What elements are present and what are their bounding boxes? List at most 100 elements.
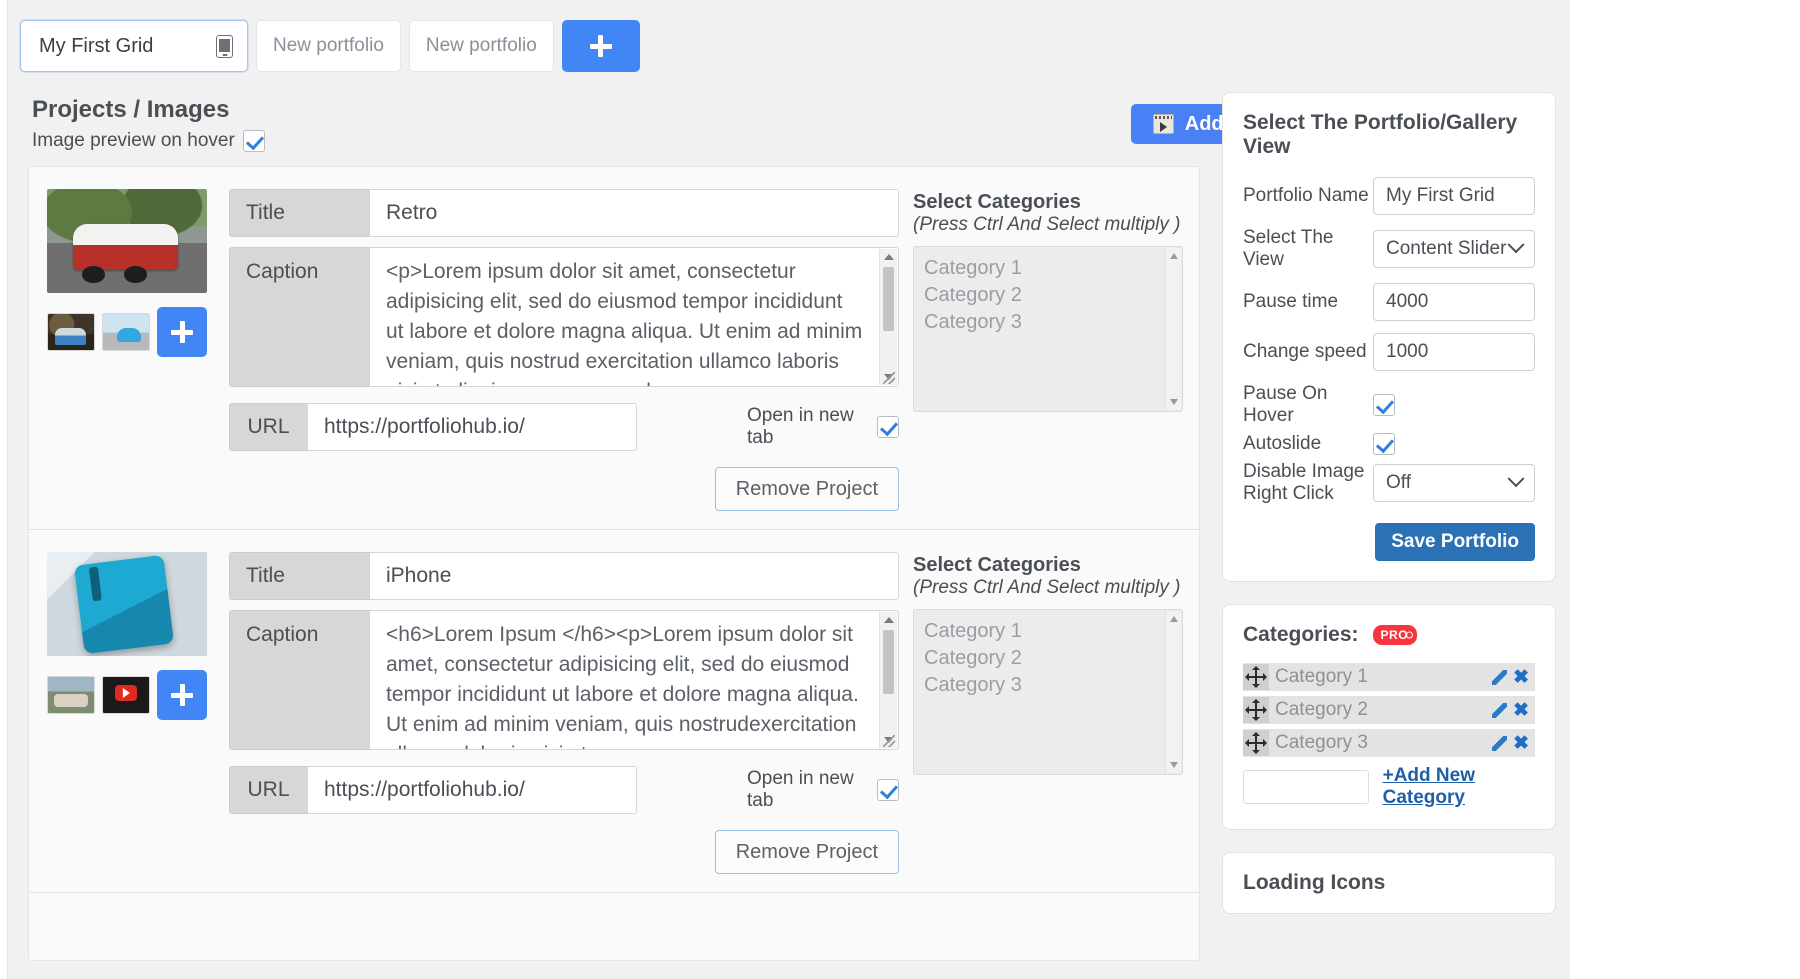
select-view-row: Select The View Content Slider [1243, 227, 1535, 271]
caption-textarea[interactable]: <p>Lorem ipsum dolor sit amet, consectet… [369, 247, 899, 387]
tab-new-portfolio-2[interactable]: New portfolio [408, 20, 554, 72]
drag-handle-icon[interactable] [1243, 697, 1269, 723]
title-field-row: Title Retro [229, 189, 899, 237]
edit-pencil-icon[interactable] [1492, 702, 1508, 718]
category-name: Category 1 [1275, 666, 1368, 687]
caption-scrollbar[interactable] [879, 612, 897, 748]
loading-icons-title: Loading Icons [1243, 871, 1386, 894]
project-fields: Title iPhone Caption <h6>Lorem Ipsum </h… [229, 552, 913, 874]
open-new-tab-label: Open in new tab [747, 768, 854, 811]
plus-icon [171, 684, 193, 706]
caption-scrollbar[interactable] [879, 249, 897, 385]
open-new-tab-checkbox[interactable] [877, 416, 899, 438]
url-field-row: URL https://portfoliohub.io/ Open in new… [229, 766, 899, 814]
image-preview-checkbox[interactable] [242, 130, 265, 152]
scroll-down-icon[interactable] [1169, 399, 1178, 405]
url-field-row: URL https://portfoliohub.io/ Open in new… [229, 403, 899, 451]
project-row: Title Retro Caption <p>Lorem ipsum dolor… [29, 167, 1199, 530]
autoslide-checkbox[interactable] [1373, 433, 1395, 455]
add-portfolio-button[interactable] [561, 20, 640, 72]
change-speed-input[interactable]: 1000 [1373, 333, 1535, 371]
gallery-thumbnail[interactable] [47, 676, 95, 714]
delete-x-icon[interactable]: ✖ [1513, 734, 1529, 753]
category-name: Category 3 [1275, 732, 1368, 753]
url-input[interactable]: https://portfoliohub.io/ [307, 766, 637, 814]
drag-handle-icon[interactable] [1243, 664, 1269, 690]
add-gallery-image-button[interactable] [157, 670, 207, 720]
title-input[interactable]: iPhone [369, 552, 899, 600]
project-main-image[interactable] [47, 189, 207, 293]
caption-text: <h6>Lorem Ipsum </h6><p>Lorem ipsum dolo… [386, 623, 859, 749]
view-settings-title: Select The Portfolio/Gallery View [1243, 111, 1518, 158]
disable-right-click-dropdown[interactable]: Off [1373, 464, 1535, 502]
add-new-category-link[interactable]: +Add New Category [1383, 765, 1535, 809]
resize-grip-icon[interactable] [883, 735, 895, 747]
scrollbar-thumb[interactable] [883, 630, 894, 694]
scroll-up-icon[interactable] [883, 617, 894, 623]
plus-icon [171, 321, 193, 343]
tab-new-portfolio-1[interactable]: New portfolio [256, 20, 401, 72]
caption-textarea[interactable]: <h6>Lorem Ipsum </h6><p>Lorem ipsum dolo… [369, 610, 899, 750]
category-list-item[interactable]: Category 2 ✖ [1243, 696, 1535, 724]
gallery-thumbnail[interactable] [102, 676, 150, 714]
change-speed-row: Change speed 1000 [1243, 333, 1535, 371]
caption-field-row: Caption <h6>Lorem Ipsum </h6><p>Lorem ip… [229, 610, 899, 750]
url-input[interactable]: https://portfoliohub.io/ [307, 403, 637, 451]
save-portfolio-row: Save Portfolio [1243, 523, 1535, 561]
select-categories-block: Select Categories (Press Ctrl And Select… [913, 552, 1183, 874]
category-option[interactable]: Category 1 [918, 618, 1182, 645]
pause-time-input[interactable]: 4000 [1373, 283, 1535, 321]
category-option[interactable]: Category 3 [918, 309, 1182, 336]
phone-icon [216, 34, 233, 58]
scroll-up-icon[interactable] [1169, 616, 1178, 622]
new-category-input[interactable] [1243, 770, 1369, 804]
project-main-image[interactable] [47, 552, 207, 656]
edit-pencil-icon[interactable] [1492, 669, 1508, 685]
url-label: URL [229, 403, 307, 451]
scroll-up-icon[interactable] [1169, 253, 1178, 259]
autoslide-row: Autoslide [1243, 433, 1535, 455]
pause-on-hover-checkbox[interactable] [1373, 394, 1395, 416]
add-gallery-image-button[interactable] [157, 307, 207, 357]
categories-scrollbar[interactable] [1165, 248, 1181, 410]
gallery-thumbnail[interactable] [47, 313, 95, 351]
projects-list-card: Title Retro Caption <p>Lorem ipsum dolor… [28, 166, 1200, 961]
scrollbar-thumb[interactable] [883, 267, 894, 331]
delete-x-icon[interactable]: ✖ [1513, 701, 1529, 720]
select-view-label: Select The View [1243, 227, 1334, 270]
disable-right-click-row: Disable Image Right Click Off [1243, 461, 1535, 505]
remove-project-button[interactable]: Remove Project [714, 830, 899, 874]
remove-project-button[interactable]: Remove Project [714, 467, 899, 511]
categories-multiselect[interactable]: Category 1 Category 2 Category 3 [913, 246, 1183, 412]
open-new-tab-checkbox[interactable] [877, 779, 899, 801]
scroll-down-icon[interactable] [1169, 762, 1178, 768]
category-list-item[interactable]: Category 1 ✖ [1243, 663, 1535, 691]
edit-pencil-icon[interactable] [1492, 735, 1508, 751]
category-option[interactable]: Category 2 [918, 282, 1182, 309]
select-categories-hint: (Press Ctrl And Select multiply ) [913, 214, 1181, 235]
pause-time-label: Pause time [1243, 291, 1339, 312]
delete-x-icon[interactable]: ✖ [1513, 668, 1529, 687]
category-option[interactable]: Category 1 [918, 255, 1182, 282]
drag-handle-icon[interactable] [1243, 730, 1269, 756]
category-option[interactable]: Category 3 [918, 672, 1182, 699]
portfolio-name-input[interactable]: My First Grid [1373, 177, 1535, 215]
scroll-up-icon[interactable] [883, 254, 894, 260]
categories-scrollbar[interactable] [1165, 611, 1181, 773]
gallery-thumbnail[interactable] [102, 313, 150, 351]
autoslide-label: Autoslide [1243, 433, 1322, 454]
select-view-dropdown[interactable]: Content Slider [1373, 230, 1535, 268]
tab-label: My First Grid [39, 34, 154, 57]
project-thumbnails [39, 189, 229, 511]
category-option[interactable]: Category 2 [918, 645, 1182, 672]
resize-grip-icon[interactable] [883, 372, 895, 384]
pause-on-hover-label: Pause On Hover [1243, 383, 1328, 426]
category-list-item[interactable]: Category 3 ✖ [1243, 729, 1535, 757]
categories-multiselect[interactable]: Category 1 Category 2 Category 3 [913, 609, 1183, 775]
tab-my-first-grid[interactable]: My First Grid [20, 20, 248, 72]
title-input[interactable]: Retro [369, 189, 899, 237]
projects-section-header: Projects / Images Image preview on hover [32, 96, 265, 152]
project-row: Title iPhone Caption <h6>Lorem Ipsum </h… [29, 530, 1199, 893]
app-viewport: My First Grid New portfolio New portfoli… [0, 0, 1800, 979]
save-portfolio-button[interactable]: Save Portfolio [1375, 523, 1535, 561]
